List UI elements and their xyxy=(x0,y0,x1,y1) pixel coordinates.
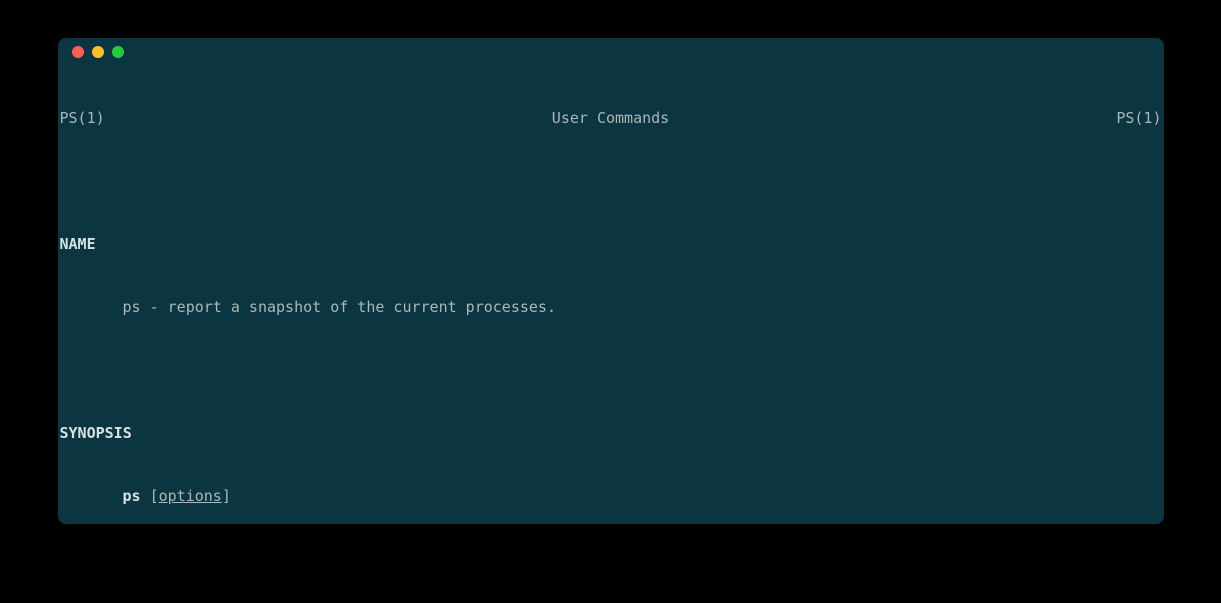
maximize-icon[interactable] xyxy=(112,46,124,58)
section-name: NAME xyxy=(58,234,1164,255)
bracket-open: [ xyxy=(141,487,159,505)
terminal-window: PS(1) User Commands PS(1) NAME ps - repo… xyxy=(58,38,1164,524)
terminal-content[interactable]: PS(1) User Commands PS(1) NAME ps - repo… xyxy=(58,66,1164,524)
name-text: ps - report a snapshot of the current pr… xyxy=(58,297,1164,318)
minimize-icon[interactable] xyxy=(92,46,104,58)
man-header-center: User Commands xyxy=(552,108,669,129)
blank-line xyxy=(58,360,1164,381)
synopsis-line: ps [options] xyxy=(58,486,1164,507)
close-icon[interactable] xyxy=(72,46,84,58)
man-header-right: PS(1) xyxy=(1116,108,1161,129)
section-synopsis: SYNOPSIS xyxy=(58,423,1164,444)
blank-line xyxy=(58,171,1164,192)
bracket-close: ] xyxy=(222,487,231,505)
cmd-ps: ps xyxy=(123,487,141,505)
man-header-left: PS(1) xyxy=(60,108,105,129)
options-text: options xyxy=(159,487,222,505)
man-header: PS(1) User Commands PS(1) xyxy=(58,108,1164,129)
titlebar xyxy=(58,38,1164,66)
